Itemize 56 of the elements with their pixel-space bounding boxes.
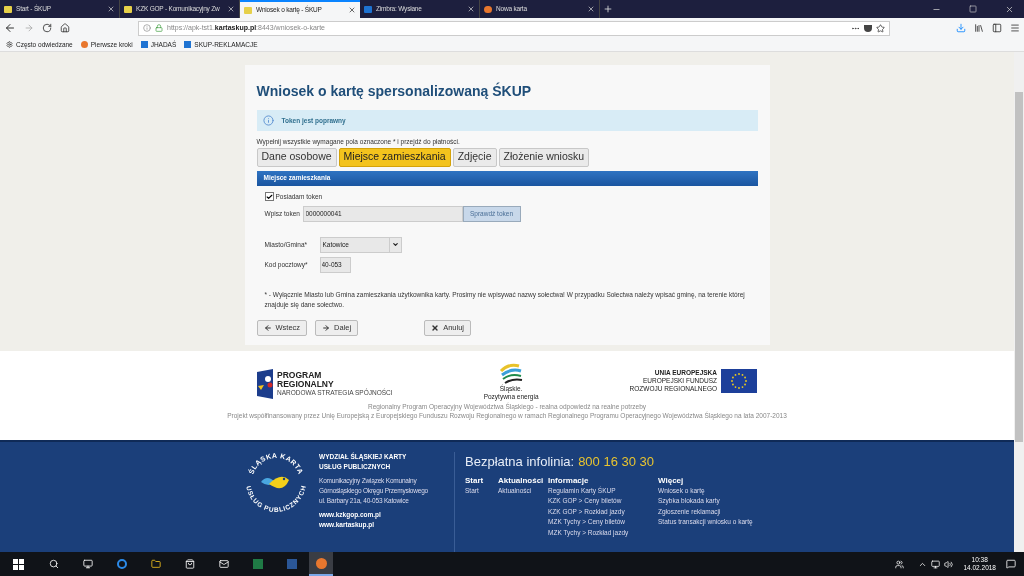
volume-icon[interactable] [944,559,954,569]
check-icon [265,192,273,201]
logo-text: REGIONALNY [277,380,335,389]
info-icon [143,24,151,32]
step-tab[interactable]: Złożenie wniosku [498,147,590,167]
mail-icon[interactable] [219,559,229,569]
new-tab-icon[interactable] [603,4,613,14]
step-tab[interactable]: Zdjęcie [452,147,497,167]
arrow-right-icon [322,323,331,332]
step-tab[interactable]: Miejsce zamieszkania [338,147,451,167]
z-icon [140,41,148,48]
token-checkbox[interactable] [264,192,274,202]
search-icon[interactable] [49,559,59,569]
step-tab[interactable]: Dane osobowe [256,147,337,167]
star-flag-icon [257,369,273,399]
site-icon [244,6,252,14]
restore-icon[interactable] [969,5,977,13]
network-icon[interactable] [931,559,941,569]
store-icon[interactable] [185,559,195,569]
home-icon[interactable] [60,23,70,33]
people-icon[interactable] [895,559,905,569]
reload-icon[interactable] [42,23,52,33]
column-heading: Informacje [548,474,590,486]
page-title: Wniosek o kartę spersonalizowaną ŚKUP [256,81,533,101]
lock-icon [155,24,163,32]
z-icon [184,41,192,48]
site-icon [364,5,372,13]
globe-icon [80,41,88,48]
hotline-number: 800 16 30 30 [578,453,655,471]
hotline-label: Bezpłatna infolinia: [465,453,575,471]
sidebar-icon[interactable] [992,23,1002,33]
close-icon [431,323,440,332]
task-view-icon[interactable] [83,559,93,569]
dropdown-icon [391,241,399,248]
close-icon[interactable] [1005,4,1014,14]
info-icon [262,115,274,126]
site-icon [484,5,492,13]
close-icon[interactable] [348,6,356,14]
eu-flag-icon [721,369,757,393]
library-icon[interactable] [974,23,984,33]
column-heading: Aktualności [498,474,545,486]
logo-text: PROGRAM [277,371,323,380]
folder-icon[interactable] [151,559,161,569]
back-icon[interactable] [4,22,16,34]
firefox-icon[interactable] [309,552,333,576]
windows-icon[interactable] [13,558,24,570]
menu-icon[interactable] [1010,23,1020,33]
arrow-left-icon [263,323,272,332]
notifications-icon[interactable] [1006,559,1016,569]
star-icon[interactable] [876,23,885,33]
site-icon [4,5,12,13]
site-icon [124,5,132,13]
browser-e-icon[interactable] [117,559,127,569]
column-heading: Więcej [658,474,685,486]
waves-icon [499,363,524,385]
column-heading: Start [465,474,485,486]
